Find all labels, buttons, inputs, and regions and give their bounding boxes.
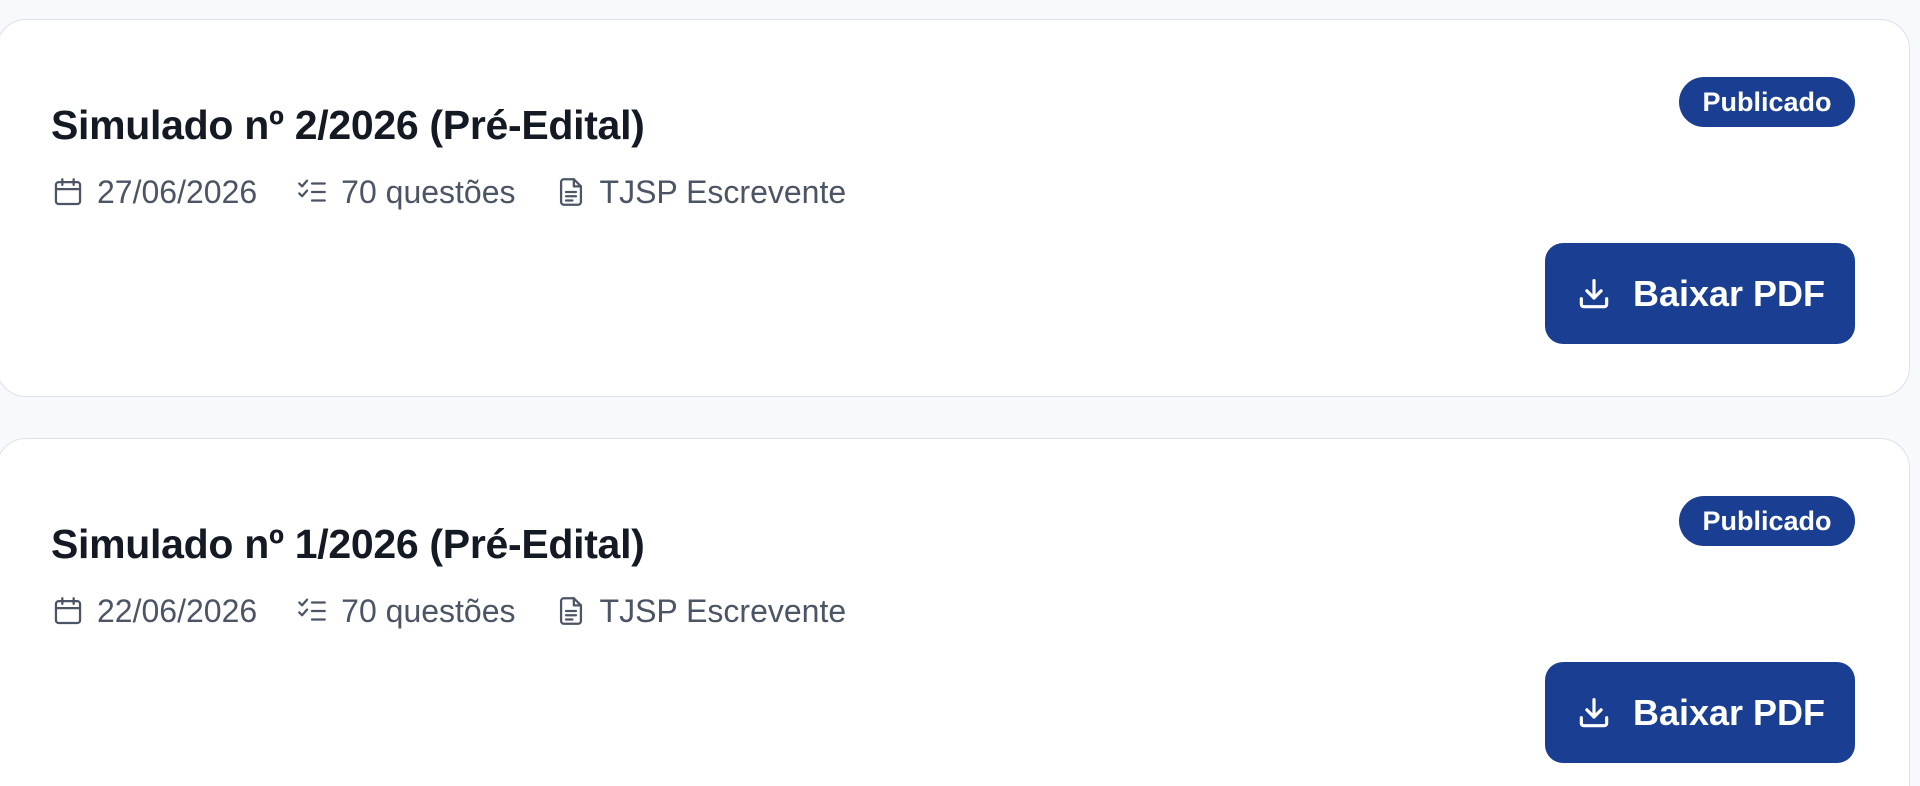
meta-date-text: 22/06/2026 [97,592,258,629]
checklist-icon [295,175,329,209]
meta-questions-text: 70 questões [341,592,516,629]
simulado-card: Simulado nº 1/2026 (Pré-Edital) Publicad… [0,438,1910,786]
download-pdf-label: Baixar PDF [1632,691,1826,733]
calendar-icon [51,175,85,209]
meta-questions-text: 70 questões [341,173,516,210]
download-icon [1575,275,1613,313]
meta-exam: TJSP Escrevente [554,592,847,630]
meta-exam: TJSP Escrevente [554,173,847,211]
status-badge: Publicado [1679,77,1855,127]
download-icon [1575,694,1613,732]
checklist-icon [295,594,329,628]
document-icon [554,594,588,628]
simulado-card: Simulado nº 2/2026 (Pré-Edital) Publicad… [0,19,1910,397]
download-pdf-button[interactable]: Baixar PDF [1545,662,1855,763]
download-pdf-label: Baixar PDF [1632,272,1826,314]
meta-date: 27/06/2026 [51,174,257,211]
meta-date-text: 27/06/2026 [97,173,258,210]
meta-questions: 70 questões [295,173,516,211]
meta-exam-text: TJSP Escrevente [599,173,847,210]
simulado-title: Simulado nº 2/2026 (Pré-Edital) [51,102,645,148]
simulados-list: Simulado nº 2/2026 (Pré-Edital) Publicad… [0,0,1920,786]
download-pdf-button[interactable]: Baixar PDF [1545,243,1855,344]
simulado-meta: 22/06/2026 70 questões TJSP Escrevente [51,589,846,633]
status-badge: Publicado [1679,496,1855,546]
meta-exam-text: TJSP Escrevente [599,592,847,629]
calendar-icon [51,594,85,628]
simulado-title: Simulado nº 1/2026 (Pré-Edital) [51,521,645,567]
simulado-meta: 27/06/2026 70 questões TJSP Escrevente [51,170,846,214]
meta-date: 22/06/2026 [51,593,257,630]
meta-questions: 70 questões [295,592,516,630]
document-icon [554,175,588,209]
